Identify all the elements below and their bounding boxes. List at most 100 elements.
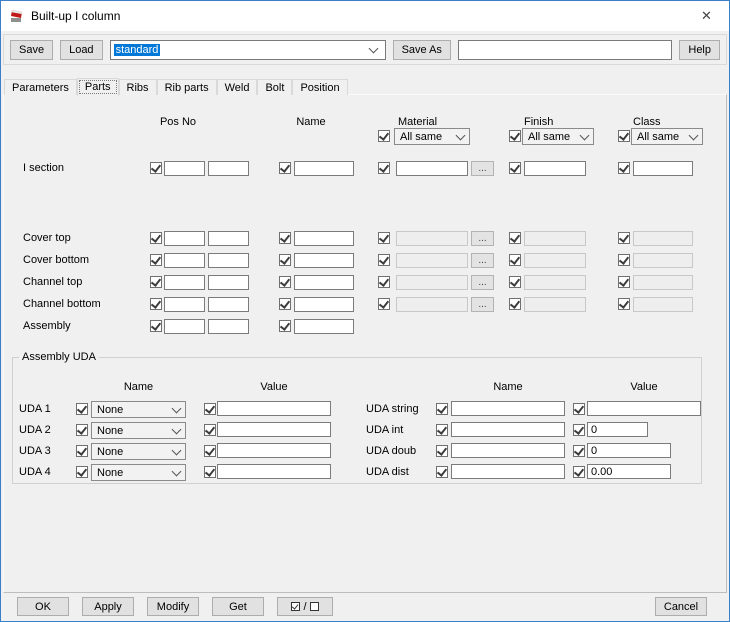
- material-browse-button[interactable]: ...: [471, 161, 494, 176]
- pos-no-checkbox[interactable]: [150, 320, 162, 332]
- finish-checkbox[interactable]: [509, 254, 521, 266]
- name-input[interactable]: [294, 161, 354, 176]
- load-button[interactable]: Load: [60, 39, 103, 60]
- get-button[interactable]: Get: [212, 597, 264, 616]
- tab-bolt[interactable]: Bolt: [257, 79, 293, 95]
- save-button[interactable]: Save: [10, 39, 54, 60]
- uda-value-checkbox[interactable]: [573, 424, 585, 436]
- uda-value-checkbox[interactable]: [573, 403, 585, 415]
- material-checkbox[interactable]: [378, 162, 390, 174]
- save-as-input[interactable]: [457, 39, 673, 60]
- tab-ribs[interactable]: Ribs: [118, 79, 157, 95]
- class-input[interactable]: [633, 161, 693, 176]
- finish-all-same-checkbox[interactable]: [509, 130, 521, 142]
- material-browse-button[interactable]: ...: [471, 275, 494, 290]
- uda-value-checkbox[interactable]: [204, 466, 216, 478]
- apply-button[interactable]: Apply: [82, 597, 134, 616]
- uda-value-checkbox[interactable]: [204, 424, 216, 436]
- uda-value-checkbox[interactable]: [573, 466, 585, 478]
- finish-checkbox[interactable]: [509, 162, 521, 174]
- finish-checkbox[interactable]: [509, 276, 521, 288]
- pos-start-input[interactable]: [208, 231, 249, 246]
- tab-rib-parts[interactable]: Rib parts: [156, 79, 217, 95]
- uda-name-checkbox[interactable]: [76, 403, 88, 415]
- material-browse-button[interactable]: ...: [471, 297, 494, 312]
- uda-value-input[interactable]: [587, 401, 701, 416]
- ok-button[interactable]: OK: [17, 597, 69, 616]
- name-input[interactable]: [294, 253, 354, 268]
- material-checkbox[interactable]: [378, 254, 390, 266]
- name-checkbox[interactable]: [279, 162, 291, 174]
- material-all-same-dropdown[interactable]: All same: [394, 128, 470, 145]
- class-checkbox[interactable]: [618, 254, 630, 266]
- class-checkbox[interactable]: [618, 232, 630, 244]
- pos-start-input[interactable]: [208, 297, 249, 312]
- pos-start-input[interactable]: [208, 319, 249, 334]
- pos-no-checkbox[interactable]: [150, 162, 162, 174]
- uda-name-input[interactable]: [451, 464, 565, 479]
- uda-value-checkbox[interactable]: [204, 445, 216, 457]
- toggle-all-checkboxes-button[interactable]: /: [277, 597, 333, 616]
- uda-name-checkbox[interactable]: [436, 403, 448, 415]
- uda-value-input[interactable]: [217, 464, 331, 479]
- tab-weld[interactable]: Weld: [216, 79, 258, 95]
- material-all-same-checkbox[interactable]: [378, 130, 390, 142]
- pos-start-input[interactable]: [208, 253, 249, 268]
- uda-name-checkbox[interactable]: [436, 424, 448, 436]
- name-checkbox[interactable]: [279, 254, 291, 266]
- modify-button[interactable]: Modify: [147, 597, 199, 616]
- name-input[interactable]: [294, 297, 354, 312]
- material-input[interactable]: [396, 161, 468, 176]
- class-all-same-checkbox[interactable]: [618, 130, 630, 142]
- finish-input[interactable]: [524, 161, 586, 176]
- help-button[interactable]: Help: [679, 39, 720, 60]
- uda-value-input[interactable]: [217, 401, 331, 416]
- name-input[interactable]: [294, 275, 354, 290]
- pos-prefix-input[interactable]: [164, 161, 205, 176]
- pos-prefix-input[interactable]: [164, 275, 205, 290]
- tab-parameters[interactable]: Parameters: [4, 79, 77, 95]
- name-input[interactable]: [294, 231, 354, 246]
- uda-name-input[interactable]: [451, 401, 565, 416]
- uda-name-dropdown[interactable]: None: [91, 401, 186, 418]
- name-checkbox[interactable]: [279, 320, 291, 332]
- material-checkbox[interactable]: [378, 232, 390, 244]
- uda-name-checkbox[interactable]: [76, 445, 88, 457]
- tab-parts[interactable]: Parts: [76, 78, 119, 96]
- uda-name-checkbox[interactable]: [76, 424, 88, 436]
- material-browse-button[interactable]: ...: [471, 231, 494, 246]
- uda-name-checkbox[interactable]: [76, 466, 88, 478]
- close-button[interactable]: ✕: [684, 1, 729, 31]
- name-checkbox[interactable]: [279, 298, 291, 310]
- pos-prefix-input[interactable]: [164, 231, 205, 246]
- pos-no-checkbox[interactable]: [150, 232, 162, 244]
- pos-start-input[interactable]: [208, 275, 249, 290]
- uda-value-input[interactable]: [587, 443, 671, 458]
- name-input[interactable]: [294, 319, 354, 334]
- uda-value-input[interactable]: [587, 422, 648, 437]
- finish-all-same-dropdown[interactable]: All same: [522, 128, 594, 145]
- uda-value-input[interactable]: [587, 464, 671, 479]
- pos-no-checkbox[interactable]: [150, 254, 162, 266]
- pos-start-input[interactable]: [208, 161, 249, 176]
- material-checkbox[interactable]: [378, 298, 390, 310]
- uda-value-input[interactable]: [217, 422, 331, 437]
- finish-checkbox[interactable]: [509, 298, 521, 310]
- class-checkbox[interactable]: [618, 298, 630, 310]
- pos-no-checkbox[interactable]: [150, 276, 162, 288]
- uda-name-input[interactable]: [451, 422, 565, 437]
- pos-prefix-input[interactable]: [164, 253, 205, 268]
- pos-prefix-input[interactable]: [164, 297, 205, 312]
- uda-name-input[interactable]: [451, 443, 565, 458]
- uda-value-input[interactable]: [217, 443, 331, 458]
- pos-prefix-input[interactable]: [164, 319, 205, 334]
- cancel-button[interactable]: Cancel: [655, 597, 707, 616]
- name-checkbox[interactable]: [279, 276, 291, 288]
- pos-no-checkbox[interactable]: [150, 298, 162, 310]
- uda-name-checkbox[interactable]: [436, 445, 448, 457]
- save-as-button[interactable]: Save As: [392, 39, 451, 60]
- finish-checkbox[interactable]: [509, 232, 521, 244]
- name-checkbox[interactable]: [279, 232, 291, 244]
- material-checkbox[interactable]: [378, 276, 390, 288]
- class-checkbox[interactable]: [618, 276, 630, 288]
